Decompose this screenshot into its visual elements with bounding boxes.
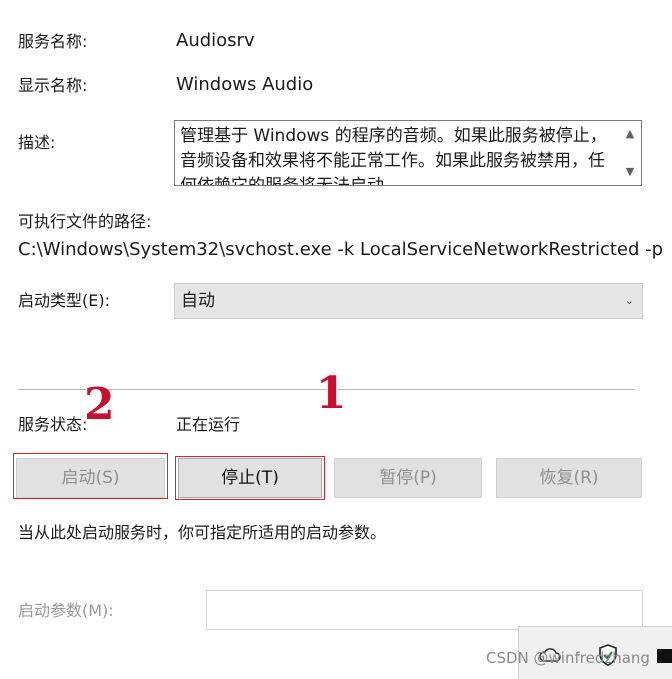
startup-type-label: 启动类型(E):	[18, 291, 110, 310]
annotation-number-one: 1	[316, 368, 347, 419]
service-name-value: Audiosrv	[176, 30, 255, 51]
display-name-value: Windows Audio	[176, 74, 314, 95]
start-params-input[interactable]	[206, 590, 643, 630]
annotation-number-two: 2	[84, 379, 115, 430]
stop-button[interactable]: 停止(T)	[178, 458, 322, 498]
description-text: 管理基于 Windows 的程序的音频。如果此服务被停止，音频设备和效果将不能正…	[180, 126, 607, 186]
scroll-up-icon[interactable]: ▲	[619, 125, 641, 143]
path-value: C:\Windows\System32\svchost.exe -k Local…	[18, 239, 664, 260]
startup-type-selected: 自动	[181, 291, 215, 311]
resume-button[interactable]: 恢复(R)	[496, 458, 642, 498]
watermark: CSDN @winfredzhang	[486, 649, 650, 667]
description-label: 描述:	[18, 133, 56, 152]
pause-button[interactable]: 暂停(P)	[334, 458, 482, 498]
path-label: 可执行文件的路径:	[18, 212, 152, 231]
scroll-down-icon[interactable]: ▼	[619, 163, 641, 181]
chevron-down-icon: ⌄	[624, 294, 634, 307]
status-value: 正在运行	[176, 415, 241, 434]
startup-type-dropdown[interactable]: 自动 ⌄	[174, 283, 643, 319]
description-scrollbar[interactable]: ▲ ▼	[619, 121, 641, 185]
display-name-label: 显示名称:	[18, 76, 88, 95]
status-label: 服务状态:	[18, 415, 88, 434]
start-params-hint: 当从此处启动服务时，你可指定所适用的启动参数。	[18, 523, 387, 542]
start-button[interactable]: 启动(S)	[16, 458, 165, 498]
service-name-label: 服务名称:	[18, 32, 88, 51]
battery-icon[interactable]	[657, 649, 672, 663]
start-params-label: 启动参数(M):	[18, 601, 114, 620]
description-textbox[interactable]: 管理基于 Windows 的程序的音频。如果此服务被停止，音频设备和效果将不能正…	[174, 120, 642, 186]
